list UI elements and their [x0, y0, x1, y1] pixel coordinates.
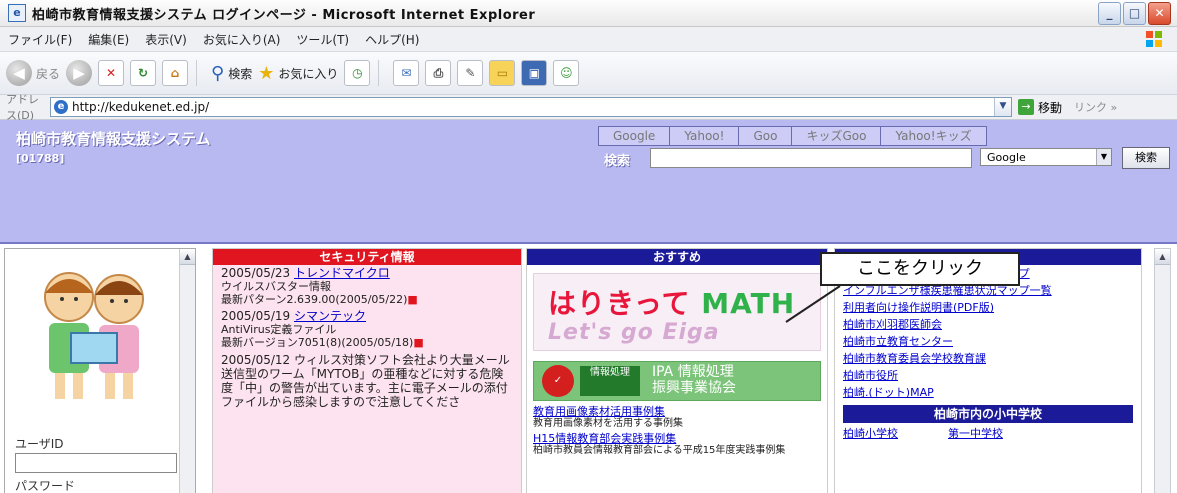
browser-window: e 柏崎市教育情報支援システム ログインページ - Microsoft Inte…	[0, 0, 1177, 493]
callout-pointer	[785, 285, 841, 323]
click-here-callout: ここをクリック	[820, 252, 1020, 286]
